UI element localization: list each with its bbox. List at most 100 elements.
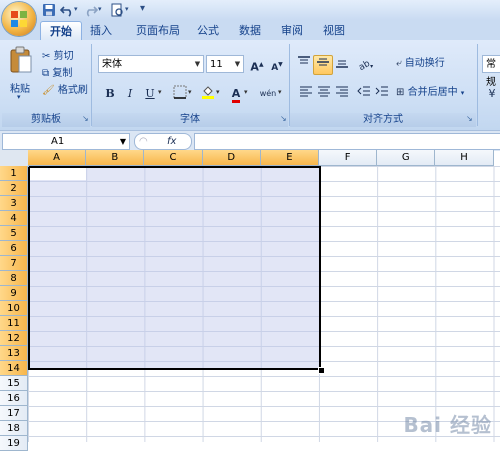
row-header-12[interactable]: 12 — [0, 331, 28, 346]
name-box-value: A1 — [51, 136, 65, 147]
wrap-text-icon: ⤶ — [396, 58, 402, 69]
row-header-4[interactable]: 4 — [0, 211, 28, 226]
tab-data[interactable]: 数据 — [232, 21, 268, 40]
clipboard-launcher-icon[interactable]: ↘ — [82, 115, 90, 123]
row-header-16[interactable]: 16 — [0, 391, 28, 406]
paste-button[interactable]: 粘贴 ▾ — [6, 46, 36, 106]
name-box[interactable]: A1 ▼ — [2, 133, 130, 150]
row-header-11[interactable]: 11 — [0, 316, 28, 331]
row-header-5[interactable]: 5 — [0, 226, 28, 241]
column-header-f[interactable]: F — [319, 150, 378, 166]
column-header-a[interactable]: A — [28, 150, 87, 166]
tab-view[interactable]: 视图 — [316, 21, 352, 40]
currency-icon: ¥ — [488, 87, 496, 100]
grow-font-button[interactable]: A▲ — [247, 55, 267, 75]
tab-review[interactable]: 审阅 — [274, 21, 310, 40]
row-header-9[interactable]: 9 — [0, 286, 28, 301]
decrease-indent-icon — [357, 86, 370, 96]
column-header-c[interactable]: C — [144, 150, 203, 166]
row-header-10[interactable]: 10 — [0, 301, 28, 316]
row-header-14[interactable]: 14 — [0, 361, 28, 376]
borders-button[interactable] — [170, 84, 190, 104]
row-header-13[interactable]: 13 — [0, 346, 28, 361]
column-header-h[interactable]: H — [435, 150, 494, 166]
chevron-down-icon[interactable]: ▼ — [120, 134, 126, 149]
row-header-15[interactable]: 15 — [0, 376, 28, 391]
redo-dropdown-icon[interactable]: ▾ — [98, 5, 102, 13]
format-painter-button[interactable]: 🖌 格式刷 — [42, 82, 88, 100]
print-preview-icon[interactable] — [110, 3, 124, 17]
tab-formulas[interactable]: 公式 — [190, 21, 226, 40]
row-header-3[interactable]: 3 — [0, 196, 28, 211]
print-preview-dropdown-icon[interactable]: ▾ — [125, 5, 129, 13]
bold-button[interactable]: B — [100, 84, 120, 104]
active-cell[interactable] — [30, 168, 86, 180]
tab-insert[interactable]: 插入 — [82, 21, 120, 40]
row-header-8[interactable]: 8 — [0, 271, 28, 286]
italic-button[interactable]: I — [120, 84, 140, 104]
column-header-b[interactable]: B — [86, 150, 145, 166]
tab-page-layout[interactable]: 页面布局 — [128, 21, 188, 40]
redo-icon[interactable] — [84, 3, 98, 17]
row-header-6[interactable]: 6 — [0, 241, 28, 256]
alignment-launcher-icon[interactable]: ↘ — [466, 115, 474, 123]
column-header-g[interactable]: G — [377, 150, 436, 166]
align-top-button[interactable] — [294, 55, 314, 75]
paste-icon — [10, 46, 32, 73]
orientation-button[interactable]: ab▾ — [354, 55, 378, 75]
underline-button[interactable]: U — [140, 84, 160, 104]
align-center-button[interactable] — [314, 84, 334, 104]
fill-handle[interactable] — [318, 367, 325, 374]
copy-icon: ⧉ — [42, 68, 50, 79]
align-middle-icon — [317, 58, 329, 66]
column-header-e[interactable]: E — [260, 150, 319, 166]
align-middle-button[interactable] — [313, 55, 333, 75]
tab-home[interactable]: 开始 — [40, 21, 82, 41]
font-name-combo[interactable]: 宋体 ▼ — [98, 55, 204, 73]
phonetic-dropdown-icon[interactable]: ▾ — [278, 88, 282, 96]
column-header-d[interactable]: D — [202, 150, 261, 166]
align-left-button[interactable] — [296, 84, 316, 104]
row-header-19[interactable]: 19 — [0, 436, 28, 451]
font-launcher-icon[interactable]: ↘ — [280, 115, 288, 123]
row-header-18[interactable]: 18 — [0, 421, 28, 436]
align-bottom-button[interactable] — [332, 55, 352, 75]
customize-qat-button[interactable]: ▾ — [140, 3, 145, 14]
merge-center-button[interactable]: ⊞ 合并后居中 ▾ — [396, 84, 464, 102]
formula-input[interactable] — [194, 133, 500, 150]
grow-font-icon: A — [250, 60, 259, 74]
increase-indent-button[interactable] — [372, 84, 392, 104]
underline-dropdown-icon[interactable]: ▾ — [158, 88, 162, 96]
phonetic-button[interactable]: wén — [256, 84, 280, 104]
wrap-text-button[interactable]: ⤶ 自动换行 — [396, 55, 445, 73]
copy-button[interactable]: ⧉ 复制 — [42, 65, 72, 83]
selected-range[interactable] — [28, 166, 321, 370]
undo-dropdown-icon[interactable]: ▾ — [74, 5, 78, 13]
row-header-17[interactable]: 17 — [0, 406, 28, 421]
office-logo-icon — [11, 11, 27, 27]
row-header-2[interactable]: 2 — [0, 181, 28, 196]
select-all-button[interactable] — [0, 150, 29, 167]
cut-button[interactable]: ✂ 剪切 — [42, 48, 74, 66]
row-header-7[interactable]: 7 — [0, 256, 28, 271]
fill-color-button[interactable] — [198, 84, 218, 104]
number-format-combo[interactable]: 常规 — [482, 55, 500, 88]
shrink-font-button[interactable]: A▼ — [267, 55, 287, 75]
accounting-format-button[interactable]: ¥ — [482, 84, 500, 104]
font-color-dropdown-icon[interactable]: ▾ — [244, 88, 248, 96]
row-header-1[interactable]: 1 — [0, 166, 28, 181]
insert-function-button[interactable]: ◠ fx — [134, 133, 192, 150]
borders-dropdown-icon[interactable]: ▾ — [188, 88, 192, 96]
office-button[interactable] — [2, 2, 36, 36]
fill-color-dropdown-icon[interactable]: ▾ — [216, 88, 220, 96]
undo-icon[interactable] — [60, 3, 74, 17]
decrease-indent-button[interactable] — [354, 84, 374, 104]
paste-dropdown-icon: ▾ — [17, 93, 21, 101]
align-bottom-icon — [336, 60, 348, 68]
save-icon[interactable] — [42, 3, 56, 17]
font-color-button[interactable]: A — [226, 84, 246, 104]
align-right-button[interactable] — [332, 84, 352, 104]
paintbrush-icon: 🖌 — [42, 85, 55, 96]
font-size-combo[interactable]: 11 ▼ — [206, 55, 244, 73]
formula-bar-grip-icon: ◠ — [139, 136, 148, 147]
